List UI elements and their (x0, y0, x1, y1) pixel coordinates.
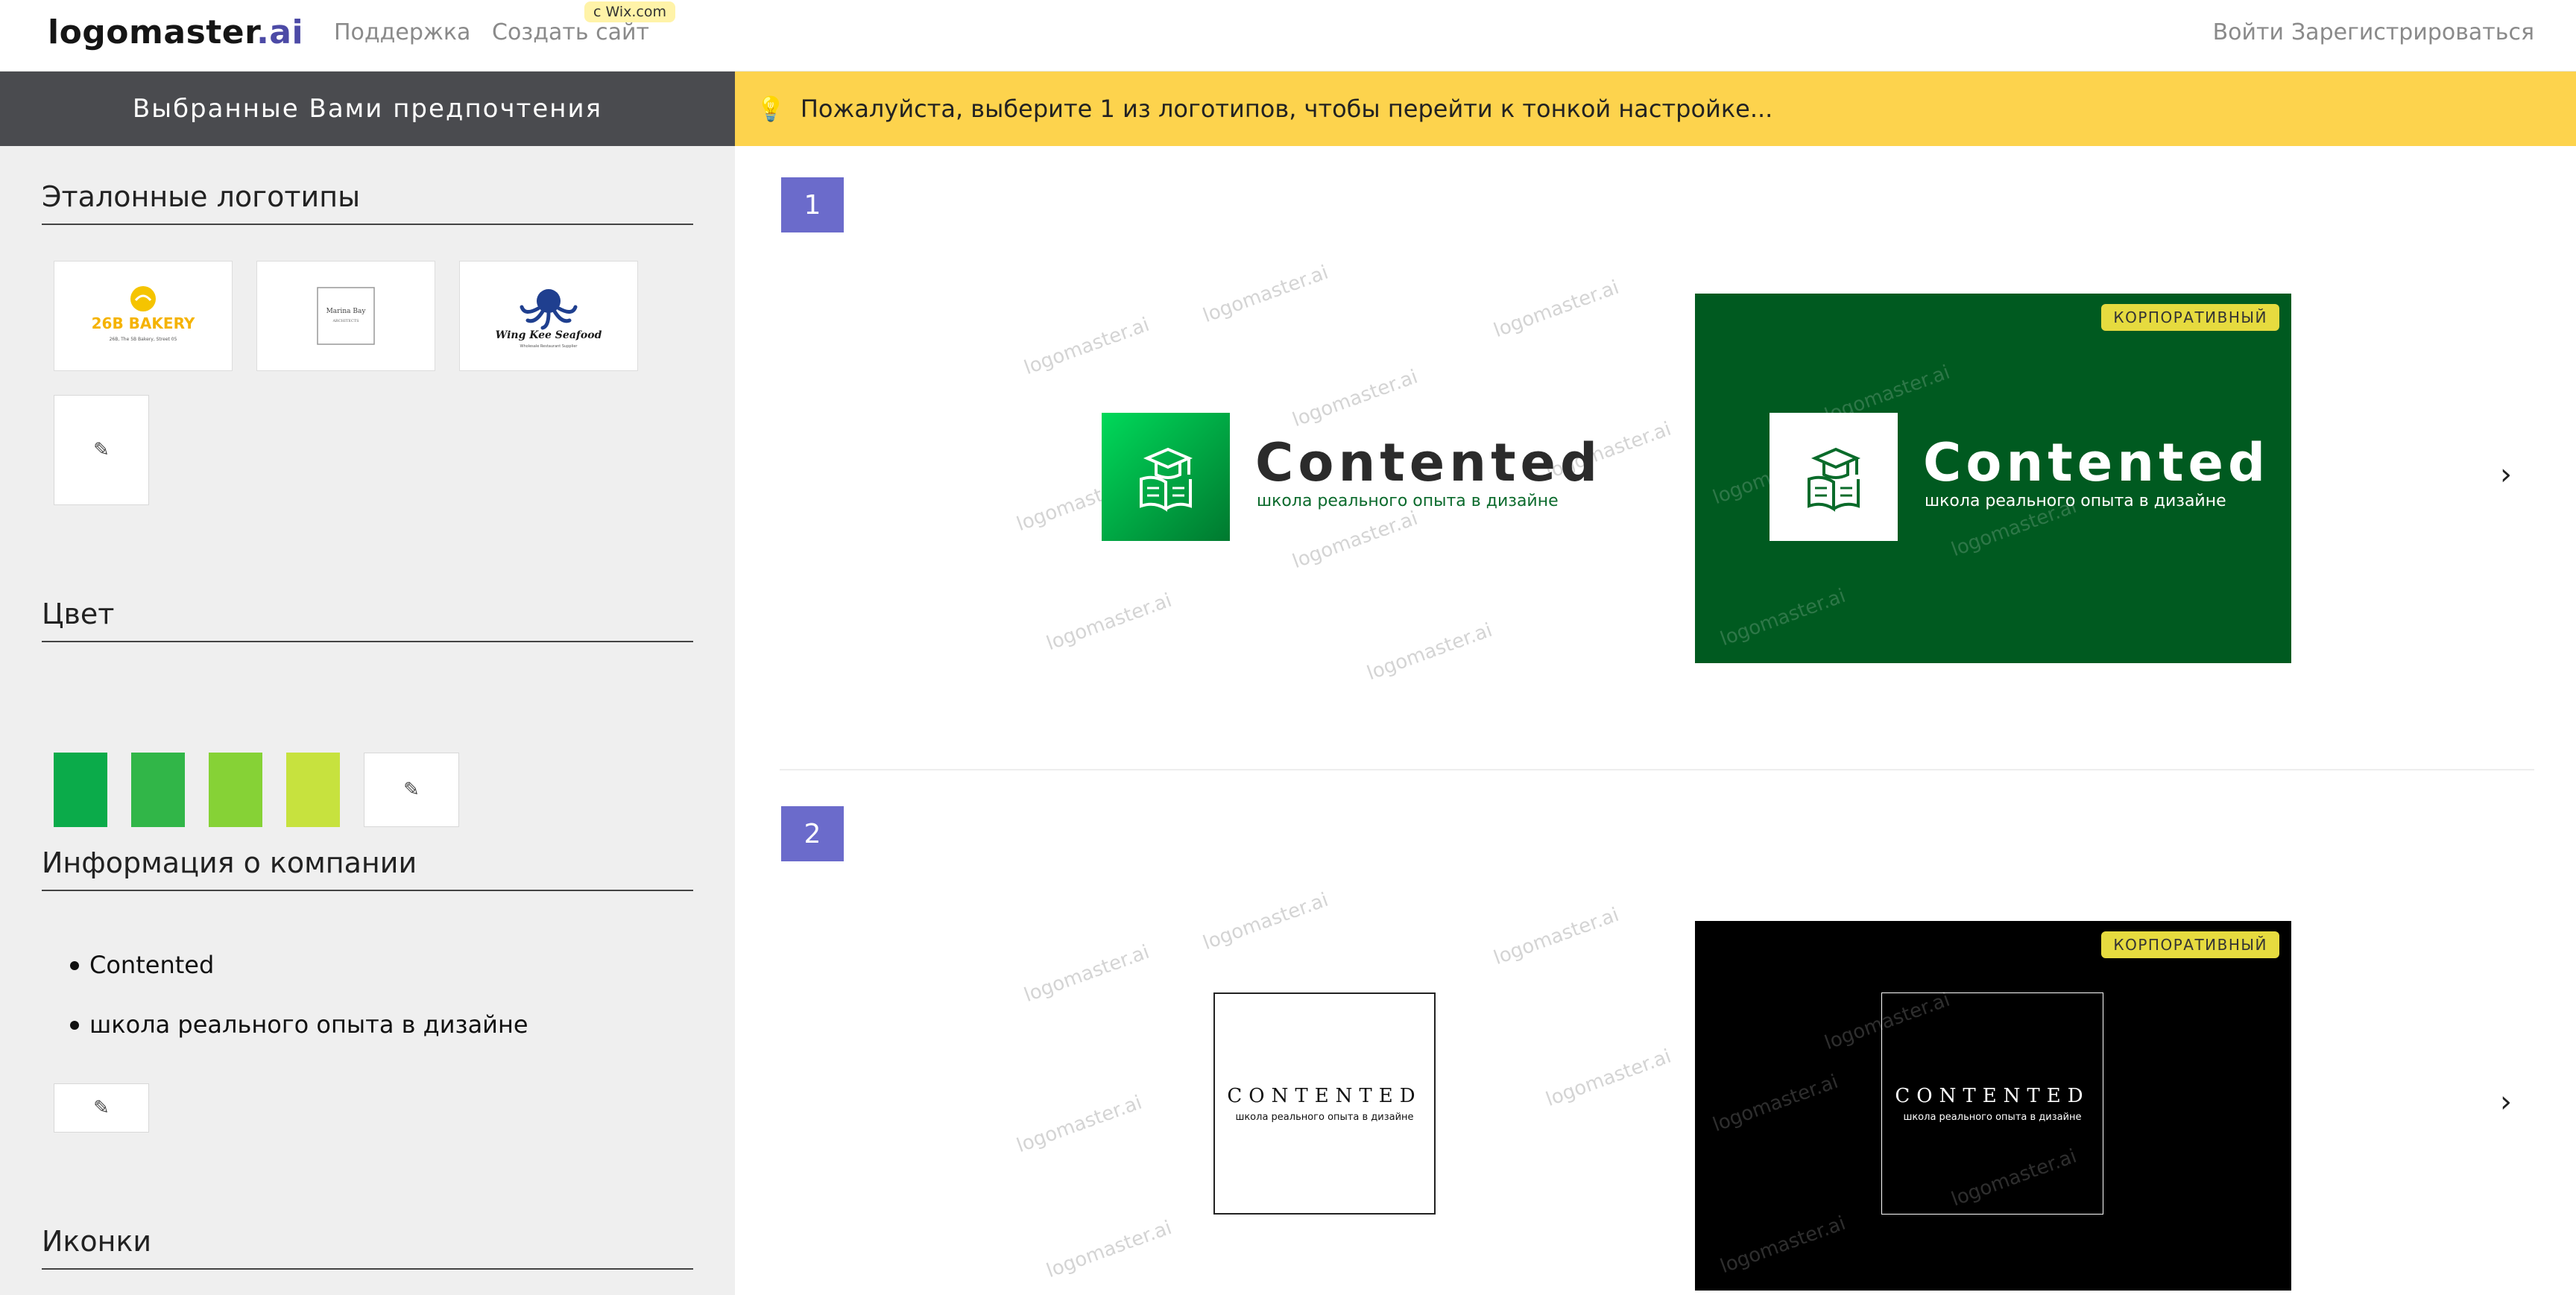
result-number-badge: 1 (781, 177, 844, 232)
brand-logo[interactable]: logomaster.ai (48, 13, 303, 51)
watermark-text: logomaster.ai (1364, 618, 1496, 686)
top-nav: logomaster.ai Поддержка Создать сайт c W… (0, 0, 2576, 72)
edit-icon: ✎ (93, 439, 110, 461)
nav-login-link[interactable]: Войти (2213, 19, 2284, 45)
company-tagline-value: школа реального опыта в дизайне (89, 1010, 528, 1039)
watermark-text: logomaster.ai (1044, 1216, 1175, 1283)
logo-option-1-tagline: школа реального опыта в дизайне (1257, 492, 1559, 510)
corporate-badge: КОРПОРАТИВНЫЙ (2101, 931, 2279, 958)
edit-colors-button[interactable]: ✎ (364, 753, 459, 827)
book-graduation-cap-icon (1140, 447, 1193, 512)
octopus-logo-icon: Wing Kee Seafood Wholesale Restaurant Su… (496, 289, 602, 349)
watermark-text: logomaster.ai (1200, 888, 1332, 955)
watermark-text: logomaster.ai (1200, 261, 1332, 328)
marina-logo-text: Marina Bay (326, 308, 367, 315)
wix-badge: c Wix.com (584, 1, 675, 22)
company-info-item: Contented (70, 951, 215, 979)
watermark-text: logomaster.ai (1491, 903, 1623, 970)
watermark-text: logomaster.ai (1021, 313, 1153, 380)
logo-option-2-preview-brand: CONTENTED (1895, 1084, 2090, 1107)
watermark-text: logomaster.ai (1543, 1045, 1675, 1112)
book-graduation-cap-icon (1808, 447, 1861, 512)
bullet (70, 1021, 79, 1030)
wing-kee-logo-text: Wing Kee Seafood (496, 329, 602, 341)
logo-option-1-preview[interactable]: КОРПОРАТИВНЫЙ logomaster.ai logomaster.a… (1695, 294, 2291, 663)
watermark-text: logomaster.ai (1491, 276, 1623, 343)
marina-logo-subtext: ARCHITECTS (332, 319, 359, 323)
next-variant-chevron-icon[interactable]: › (2500, 457, 2512, 492)
company-info-item: школа реального опыта в дизайне (70, 1010, 528, 1039)
edit-icon: ✎ (403, 779, 420, 801)
lightbulb-icon: 💡 (756, 95, 786, 123)
watermark-text: logomaster.ai (1289, 507, 1421, 574)
bullet (70, 961, 79, 970)
company-info-title: Информация о компании (42, 846, 693, 891)
reference-logo-wing-kee[interactable]: Wing Kee Seafood Wholesale Restaurant Su… (459, 261, 638, 371)
sidebar-header: Выбранные Вами предпочтения (0, 72, 735, 146)
edit-reference-logos-button[interactable]: ✎ (54, 395, 149, 505)
watermark-text: logomaster.ai (1014, 1091, 1146, 1158)
icons-title: Иконки (42, 1225, 693, 1270)
watermark-text: logomaster.ai (1021, 940, 1153, 1007)
brand-suffix: .ai (256, 13, 304, 51)
logo-option-2-preview-tagline: школа реального опыта в дизайне (1903, 1111, 2082, 1123)
color-swatch-1[interactable] (54, 753, 107, 827)
nav-register-link[interactable]: Зарегистрироваться (2291, 19, 2534, 45)
instruction-banner: 💡 Пожалуйста, выберите 1 из логотипов, ч… (735, 72, 2576, 146)
logo-option-2-mark[interactable]: CONTENTED школа реального опыта в дизайн… (1213, 992, 1436, 1215)
logo-option-1-mark[interactable] (1102, 413, 1230, 541)
bakery-logo-text: 26B BAKERY (92, 314, 195, 332)
nav-support-link[interactable]: Поддержка (334, 19, 470, 45)
banner-text: Пожалуйста, выберите 1 из логотипов, что… (800, 95, 1773, 123)
logo-option-1-preview-brand: Contented (1923, 432, 2270, 493)
logo-option-2-preview[interactable]: КОРПОРАТИВНЫЙ logomaster.ai logomaster.a… (1695, 921, 2291, 1291)
preferences-sidebar: Выбранные Вами предпочтения Эталонные ло… (0, 72, 735, 1295)
watermark-text: logomaster.ai (1717, 584, 1849, 651)
bakery-logo-subtext: 26B, The 5B Bakery, Street 05 (110, 337, 177, 342)
company-name-value: Contented (89, 951, 215, 979)
edit-company-info-button[interactable]: ✎ (54, 1083, 149, 1133)
bakery-logo-icon: 26B BAKERY 26B, The 5B Bakery, Street 05 (92, 286, 195, 342)
edit-icon: ✎ (93, 1097, 110, 1119)
logo-option-1-brand: Contented (1255, 432, 1603, 493)
color-swatch-2[interactable] (131, 753, 185, 827)
color-swatch-4[interactable] (286, 753, 340, 827)
watermark-text: logomaster.ai (1289, 365, 1421, 432)
watermark-text: logomaster.ai (1044, 589, 1175, 656)
result-number-badge: 2 (781, 806, 844, 861)
reference-logo-bakery[interactable]: 26B BAKERY 26B, The 5B Bakery, Street 05 (54, 261, 233, 371)
next-variant-chevron-icon[interactable]: › (2500, 1085, 2512, 1119)
wing-kee-logo-subtext: Wholesale Restaurant Supplier (520, 344, 578, 349)
logo-option-2-tagline: школа реального опыта в дизайне (1235, 1111, 1414, 1123)
logo-option-2-brand: CONTENTED (1227, 1084, 1422, 1107)
nav-create-site-link[interactable]: Создать сайт (492, 19, 649, 45)
reference-logos-title: Эталонные логотипы (42, 180, 693, 225)
logo-option-1-preview-mark (1770, 413, 1898, 541)
brand-name: logomaster (48, 13, 257, 51)
watermark-text: logomaster.ai (1717, 1212, 1849, 1279)
corporate-badge: КОРПОРАТИВНЫЙ (2101, 304, 2279, 331)
logo-option-2-preview-frame: CONTENTED школа реального опыта в дизайн… (1881, 992, 2103, 1215)
reference-logo-marina[interactable]: Marina Bay ARCHITECTS (256, 261, 435, 371)
color-title: Цвет (42, 598, 693, 642)
result-divider (780, 769, 2534, 770)
color-swatch-3[interactable] (209, 753, 262, 827)
marina-logo-icon: Marina Bay ARCHITECTS (317, 287, 375, 345)
logo-option-1-preview-tagline: школа реального опыта в дизайне (1925, 492, 2226, 510)
watermark-text: logomaster.ai (1710, 1070, 1842, 1137)
